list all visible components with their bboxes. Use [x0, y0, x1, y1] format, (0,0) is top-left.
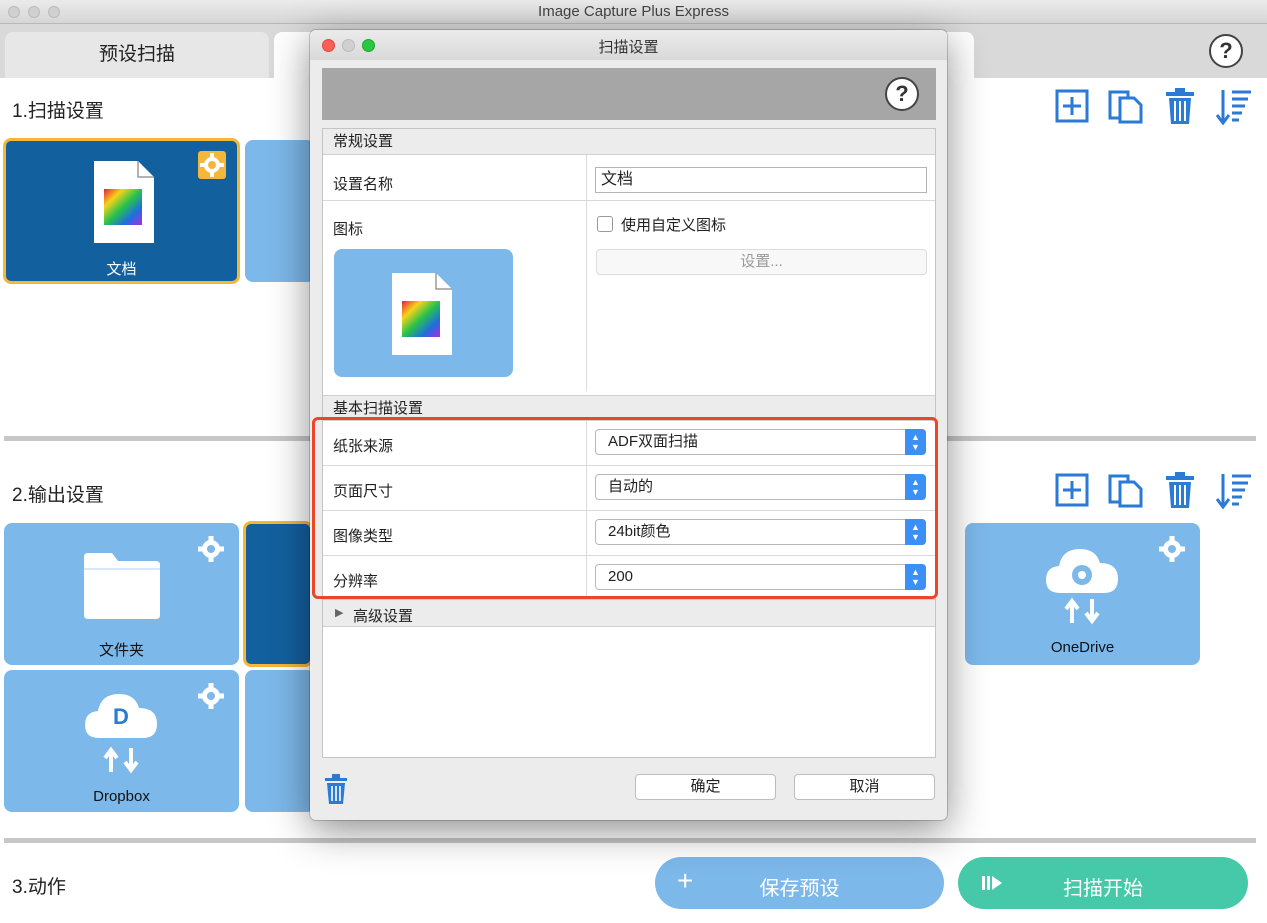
- tile-label: Dropbox: [93, 788, 150, 805]
- output-settings-section-title: 2.输出设置: [12, 485, 104, 506]
- custom-icon-label: 使用自定义图标: [621, 217, 727, 234]
- sort-icon[interactable]: [1214, 86, 1254, 126]
- cancel-button[interactable]: 取消: [794, 774, 935, 800]
- custom-icon-checkbox[interactable]: [597, 216, 613, 232]
- settings-gear-icon[interactable]: [197, 682, 225, 710]
- add-icon[interactable]: [1052, 470, 1092, 510]
- icon-label: 图标: [333, 221, 364, 238]
- dialog-banner: ?: [322, 68, 936, 120]
- row-divider: [323, 200, 935, 201]
- folder-icon: [84, 553, 160, 619]
- scan-settings-toolbar: [1052, 86, 1254, 126]
- window-title: Image Capture Plus Express: [538, 3, 729, 20]
- output-settings-toolbar: [1052, 470, 1254, 510]
- icon-preview: [334, 249, 513, 377]
- advanced-settings-label: 高级设置: [353, 608, 414, 625]
- scan-settings-section-title: 1.扫描设置: [12, 101, 104, 122]
- column-divider: [586, 155, 587, 391]
- scan-preset-tile-document[interactable]: 文档: [3, 138, 240, 284]
- save-preset-label: 保存预设: [759, 878, 840, 900]
- help-icon[interactable]: ?: [1209, 34, 1243, 68]
- document-icon: [94, 161, 154, 243]
- trash-icon[interactable]: [324, 774, 348, 804]
- ok-button[interactable]: 确定: [635, 774, 776, 800]
- setting-name-input[interactable]: 文档: [595, 167, 927, 193]
- dialog-titlebar: 扫描设置: [310, 30, 947, 60]
- dropbox-letter: D: [113, 704, 129, 729]
- cloud-icon: [1046, 549, 1118, 625]
- output-tile-hidden[interactable]: [245, 670, 315, 812]
- name-label: 设置名称: [333, 176, 394, 193]
- duplicate-icon[interactable]: [1106, 86, 1146, 126]
- icon-settings-button[interactable]: 设置...: [596, 249, 927, 275]
- settings-gear-icon[interactable]: [197, 535, 225, 563]
- disclosure-triangle-icon[interactable]: ▶: [335, 606, 343, 619]
- dialog-title: 扫描设置: [598, 39, 659, 56]
- output-tile-dropbox[interactable]: D Dropbox: [4, 670, 239, 812]
- duplicate-icon[interactable]: [1106, 470, 1146, 510]
- output-tile-selected[interactable]: [243, 521, 313, 667]
- section-divider: [4, 838, 1256, 843]
- add-icon[interactable]: [1052, 86, 1092, 126]
- scan-preset-tile-2[interactable]: [245, 140, 315, 282]
- document-icon: [392, 273, 452, 355]
- settings-gear-icon[interactable]: [1158, 535, 1186, 563]
- start-scan-button[interactable]: 扫描开始: [958, 857, 1248, 909]
- start-scan-label: 扫描开始: [1063, 878, 1143, 900]
- trash-icon[interactable]: [1160, 470, 1200, 510]
- general-settings-header: 常规设置: [323, 129, 935, 155]
- actions-section-title: 3.动作: [12, 877, 66, 898]
- trash-icon[interactable]: [1160, 86, 1200, 126]
- sort-icon[interactable]: [1214, 470, 1254, 510]
- tab-preset-scan[interactable]: 预设扫描: [5, 32, 269, 78]
- help-icon[interactable]: ?: [885, 77, 919, 111]
- output-tile-onedrive[interactable]: OneDrive: [965, 523, 1200, 665]
- highlight-box: [312, 417, 938, 599]
- advanced-settings-row[interactable]: ▶ 高级设置: [323, 599, 935, 627]
- save-preset-button[interactable]: + 保存预设: [655, 857, 944, 909]
- tile-label: 文档: [106, 261, 137, 278]
- settings-gear-icon[interactable]: [198, 151, 226, 179]
- tile-label: 文件夹: [98, 642, 144, 659]
- tile-label: OneDrive: [1050, 639, 1115, 656]
- output-tile-folder[interactable]: 文件夹: [4, 523, 239, 665]
- main-titlebar: Image Capture Plus Express: [0, 0, 1267, 24]
